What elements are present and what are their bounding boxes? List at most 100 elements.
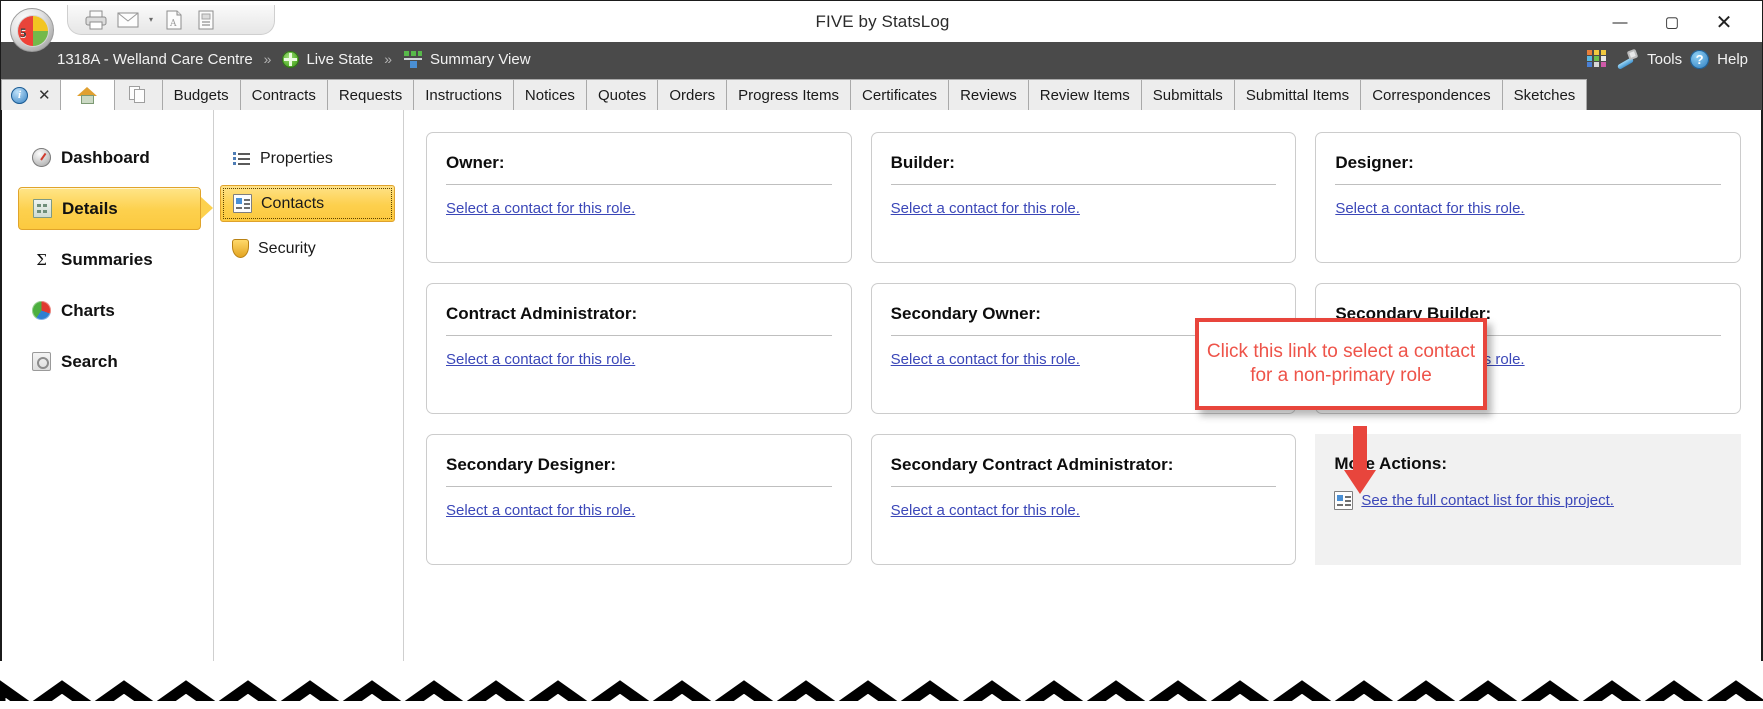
minimize-button[interactable]: —	[1594, 2, 1646, 42]
breadcrumb-separator-2: »	[384, 51, 392, 67]
select-contact-link-secondary-owner[interactable]: Select a contact for this role.	[891, 351, 1080, 368]
apps-grid-icon[interactable]	[1587, 50, 1607, 68]
select-contact-link-contract-administrator[interactable]: Select a contact for this role.	[446, 351, 635, 368]
full-contact-list-link[interactable]: See the full contact list for this proje…	[1361, 492, 1614, 509]
search-icon	[32, 352, 51, 371]
help-link[interactable]: Help	[1717, 51, 1748, 68]
info-icon: i	[11, 86, 28, 104]
sigma-icon: Σ	[36, 250, 47, 269]
sidebar-item-dashboard-label: Dashboard	[61, 147, 150, 167]
tab-orders[interactable]: Orders	[657, 79, 728, 110]
contact-card-owner: Owner: Select a contact for this role.	[426, 132, 852, 263]
contact-card-secondary-designer: Secondary Designer: Select a contact for…	[426, 434, 852, 565]
details-icon	[33, 199, 52, 218]
pie-chart-icon	[32, 301, 51, 320]
sidebar-item-contacts-label: Contacts	[261, 194, 325, 212]
tab-correspondences[interactable]: Correspondences	[1360, 79, 1503, 110]
sidebar-item-search-label: Search	[61, 351, 118, 371]
main-body: Dashboard Details Σ Summaries Charts Sea…	[1, 110, 1762, 708]
tab-home[interactable]	[59, 79, 115, 110]
tab-info[interactable]: i ✕	[1, 79, 61, 110]
card-title: Owner:	[446, 153, 832, 185]
tab-submittal-items[interactable]: Submittal Items	[1233, 79, 1362, 110]
breadcrumb-live-state-label: Live State	[306, 50, 374, 68]
torn-paper-edge	[0, 661, 1763, 709]
annotation-callout: Click this link to select a contact for …	[1195, 318, 1487, 410]
contact-role-grid: Owner: Select a contact for this role. B…	[426, 132, 1741, 565]
sidebar-item-charts[interactable]: Charts	[18, 289, 201, 332]
tab-reviews[interactable]: Reviews	[948, 79, 1029, 110]
tab-submittals[interactable]: Submittals	[1140, 79, 1235, 110]
breadcrumb-item-project[interactable]: 1318A - Welland Care Centre	[57, 51, 253, 68]
title-bar: FIVE by StatsLog ▾ A — ▢ ✕	[0, 0, 1763, 42]
properties-icon	[232, 149, 251, 168]
card-title: Builder:	[890, 153, 1277, 185]
copy-icon	[128, 86, 148, 104]
tab-budgets[interactable]: Budgets	[161, 79, 241, 110]
close-button[interactable]: ✕	[1698, 2, 1750, 42]
svg-text:A: A	[169, 19, 177, 29]
export-pdf-icon[interactable]: A	[160, 8, 188, 32]
live-state-icon	[282, 50, 300, 68]
select-contact-link-builder[interactable]: Select a contact for this role.	[891, 200, 1080, 217]
sidebar-item-security[interactable]: Security	[220, 230, 395, 267]
tab-sketches[interactable]: Sketches	[1501, 79, 1588, 110]
sidebar-item-properties[interactable]: Properties	[220, 140, 395, 177]
sidebar-item-details-label: Details	[62, 198, 118, 218]
maximize-button[interactable]: ▢	[1646, 2, 1698, 42]
sidebar-item-summaries[interactable]: Σ Summaries	[18, 238, 201, 281]
contact-card-icon	[233, 194, 252, 213]
sidebar-item-search[interactable]: Search	[18, 340, 201, 383]
card-title: Designer:	[1335, 153, 1721, 185]
tab-instructions[interactable]: Instructions	[413, 79, 514, 110]
select-contact-link-designer[interactable]: Select a contact for this role.	[1335, 200, 1524, 217]
help-icon[interactable]: ?	[1690, 49, 1710, 69]
breadcrumb-item-live-state[interactable]: Live State	[282, 50, 374, 68]
contact-card-contract-administrator: Contract Administrator: Select a contact…	[426, 283, 852, 414]
select-contact-link-secondary-contract-administrator[interactable]: Select a contact for this role.	[891, 502, 1080, 519]
primary-sidebar: Dashboard Details Σ Summaries Charts Sea…	[2, 110, 214, 708]
window-left-border	[0, 42, 1, 682]
tab-progress-items[interactable]: Progress Items	[726, 79, 852, 110]
sidebar-item-summaries-label: Summaries	[61, 249, 153, 269]
annotation-arrow-icon	[1344, 426, 1376, 494]
sidebar-item-dashboard[interactable]: Dashboard	[18, 136, 201, 179]
select-contact-link-owner[interactable]: Select a contact for this role.	[446, 200, 635, 217]
tab-certificates[interactable]: Certificates	[850, 79, 950, 110]
export-report-icon[interactable]	[192, 8, 220, 32]
window-controls: — ▢ ✕	[1594, 1, 1750, 43]
sidebar-item-charts-label: Charts	[61, 300, 115, 320]
contacts-panel: Owner: Select a contact for this role. B…	[404, 110, 1761, 708]
app-logo-orb[interactable]: 5	[10, 8, 54, 52]
summary-view-icon	[403, 50, 423, 68]
tab-review-items[interactable]: Review Items	[1027, 79, 1142, 110]
shield-icon	[232, 239, 249, 258]
email-icon[interactable]	[114, 8, 142, 32]
more-actions-row: See the full contact list for this proje…	[1334, 491, 1722, 510]
email-dropdown-caret[interactable]: ▾	[146, 8, 156, 32]
breadcrumb-item-summary-view[interactable]: Summary View	[403, 50, 531, 68]
sidebar-item-details[interactable]: Details	[18, 187, 213, 230]
sidebar-item-contacts[interactable]: Contacts	[220, 185, 395, 222]
tab-requests[interactable]: Requests	[326, 79, 415, 110]
application-window: FIVE by StatsLog ▾ A — ▢ ✕ 5 1318A - Wel…	[0, 0, 1763, 709]
tools-wrench-icon[interactable]	[1615, 48, 1639, 70]
breadcrumb-separator: »	[263, 51, 272, 67]
card-title: Contract Administrator:	[446, 304, 832, 336]
breadcrumb: 1318A - Welland Care Centre » Live State…	[1, 50, 531, 68]
sidebar-item-properties-label: Properties	[260, 149, 333, 167]
header-right-actions: Tools ? Help	[1587, 48, 1762, 70]
contact-card-designer: Designer: Select a contact for this role…	[1315, 132, 1741, 263]
secondary-sidebar: Properties Contacts Security	[214, 110, 404, 708]
select-contact-link-secondary-designer[interactable]: Select a contact for this role.	[446, 502, 635, 519]
tab-notices[interactable]: Notices	[512, 79, 587, 110]
tools-link[interactable]: Tools	[1647, 51, 1682, 68]
dashboard-icon	[32, 148, 51, 167]
print-icon[interactable]	[82, 8, 110, 32]
close-tab-icon[interactable]: ✕	[38, 86, 51, 104]
tab-contracts[interactable]: Contracts	[239, 79, 328, 110]
card-title: Secondary Designer:	[446, 455, 832, 487]
tab-quotes[interactable]: Quotes	[585, 79, 659, 110]
tab-copy[interactable]	[113, 79, 163, 110]
breadcrumb-summary-view-label: Summary View	[429, 50, 531, 68]
